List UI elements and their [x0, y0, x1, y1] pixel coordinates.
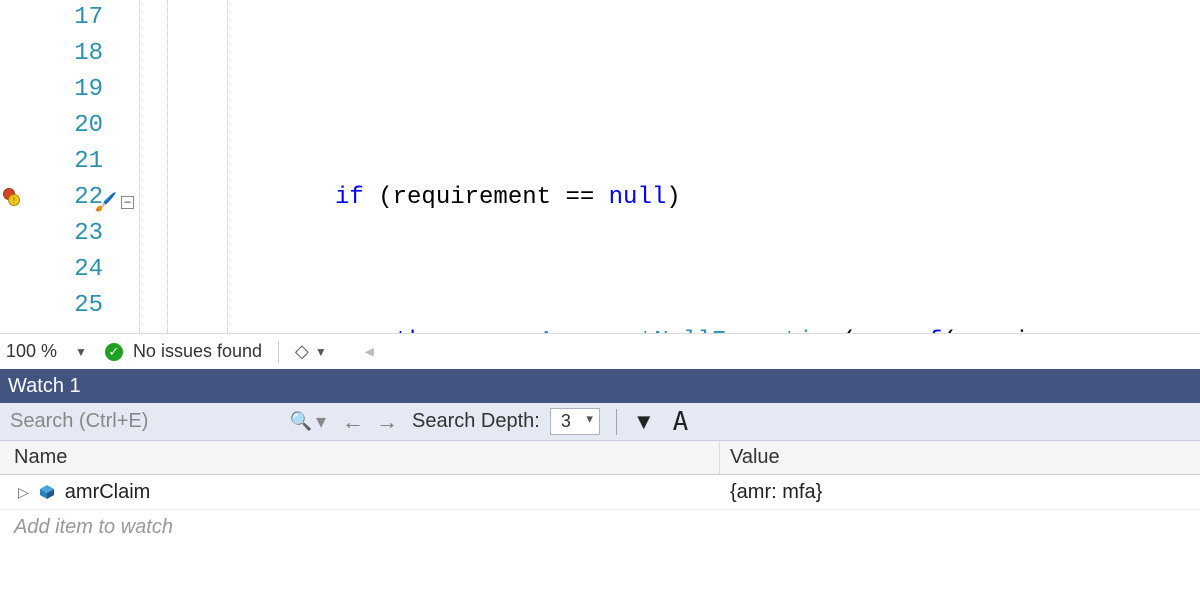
- watch-search-toolbar: Search (Ctrl+E) 🔍 ▾ ← → Search Depth: 3 …: [0, 403, 1200, 441]
- code-editor[interactable]: ! 17 18 19 20 21 22 23 24 25 🖌️ − if (re…: [0, 0, 1200, 333]
- line-number: 25: [25, 288, 103, 324]
- code-area[interactable]: if (requirement == null) throw new Argum…: [155, 0, 1200, 333]
- breakpoint-gutter[interactable]: !: [0, 0, 25, 333]
- nav-prev-icon[interactable]: ◂: [365, 341, 374, 362]
- line-number: 20: [25, 108, 103, 144]
- divider: [616, 409, 617, 435]
- watch-columns-header[interactable]: Name Value: [0, 441, 1200, 475]
- search-placeholder: Search (Ctrl+E): [6, 410, 290, 433]
- zoom-dropdown-icon[interactable]: ▼: [75, 345, 87, 359]
- line-number: 21: [25, 144, 103, 180]
- keyword-if: if: [335, 184, 364, 211]
- watch-name: amrClaim: [65, 481, 151, 504]
- divider: [278, 341, 279, 363]
- line-number: 17: [25, 0, 103, 36]
- col-name-header[interactable]: Name: [0, 441, 720, 474]
- watch-value: {amr: mfa}: [720, 481, 1200, 504]
- watch-panel-title[interactable]: Watch 1: [0, 369, 1200, 403]
- outlining-toggle[interactable]: −: [121, 196, 134, 209]
- nav-forward-icon[interactable]: →: [376, 409, 398, 435]
- object-icon: [39, 484, 55, 500]
- filter-icon[interactable]: ▼: [633, 409, 655, 435]
- svg-text:!: !: [13, 196, 15, 205]
- nav-back-icon[interactable]: ←: [342, 409, 364, 435]
- format-icon[interactable]: ◇: [295, 341, 309, 362]
- line-number: 18: [25, 36, 103, 72]
- breakpoint-exception-icon[interactable]: !: [2, 188, 20, 206]
- search-depth-dropdown[interactable]: 3: [550, 408, 600, 435]
- watch-search-input[interactable]: Search (Ctrl+E) 🔍 ▾: [6, 409, 336, 434]
- add-watch-item[interactable]: Add item to watch: [0, 510, 1200, 544]
- editor-status-bar: 100 % ▼ No issues found ◇ ▼ ◂: [0, 333, 1200, 369]
- watch-grid[interactable]: ▷ amrClaim {amr: mfa}: [0, 475, 1200, 510]
- watch-row[interactable]: ▷ amrClaim {amr: mfa}: [0, 475, 1200, 509]
- search-options-dropdown-icon[interactable]: ▾: [316, 409, 326, 434]
- search-depth-label: Search Depth:: [412, 410, 540, 433]
- line-number: 19: [25, 72, 103, 108]
- zoom-level[interactable]: 100 %: [6, 341, 57, 362]
- issues-text: No issues found: [133, 341, 262, 362]
- text-view-icon[interactable]: A: [673, 407, 689, 437]
- line-number: 22: [25, 180, 103, 216]
- line-number: 24: [25, 252, 103, 288]
- quick-actions-icon[interactable]: 🖌️: [95, 192, 117, 214]
- expand-icon[interactable]: ▷: [18, 484, 29, 501]
- format-dropdown-icon[interactable]: ▼: [315, 345, 327, 359]
- search-icon[interactable]: 🔍: [290, 411, 312, 432]
- no-issues-icon: [105, 343, 123, 361]
- line-number-gutter: 17 18 19 20 21 22 23 24 25 🖌️: [25, 0, 115, 333]
- col-value-header[interactable]: Value: [720, 441, 1200, 474]
- line-number: 23: [25, 216, 103, 252]
- outlining-gutter[interactable]: −: [115, 0, 155, 333]
